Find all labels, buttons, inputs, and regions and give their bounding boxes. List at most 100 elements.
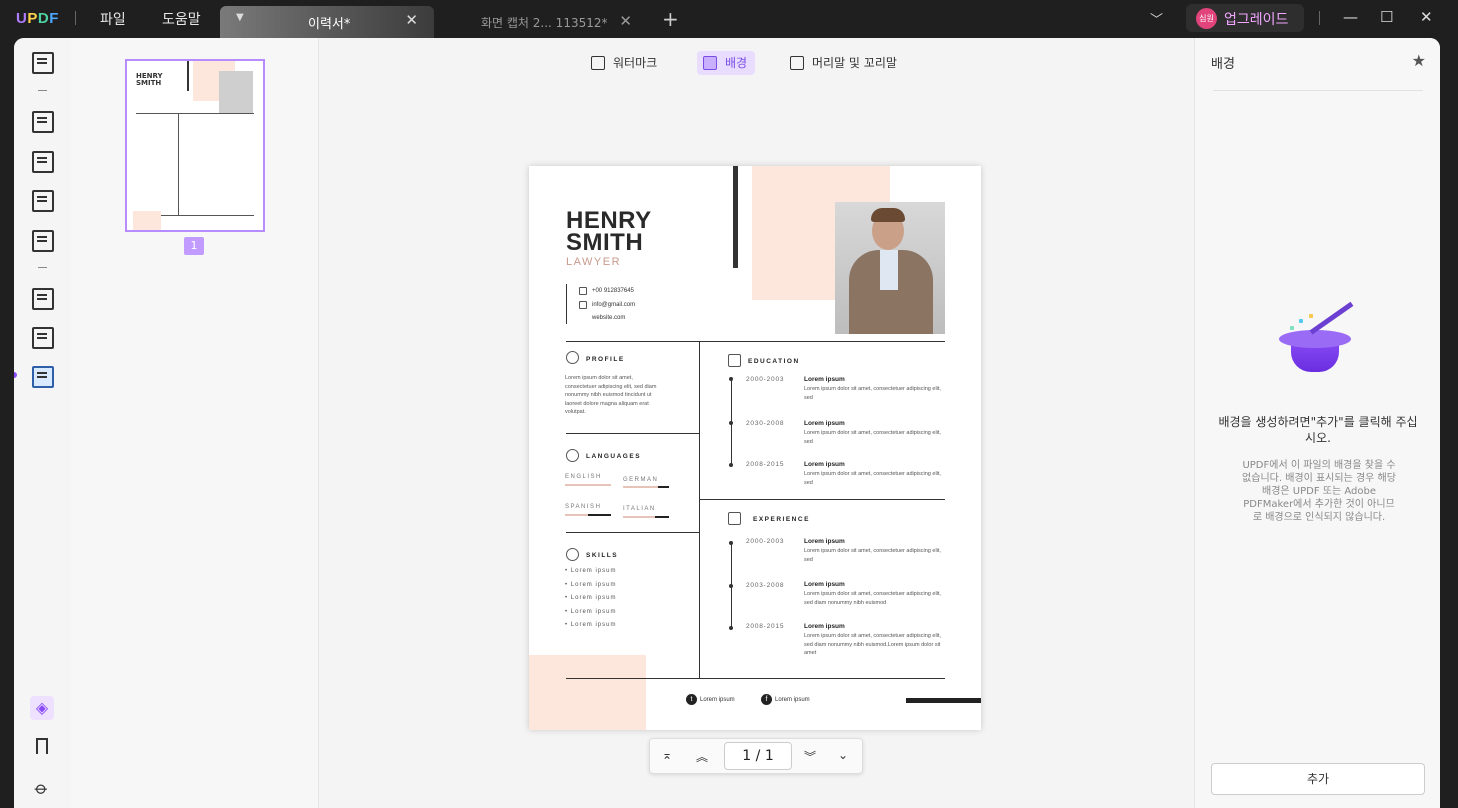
skill-item: • Lorem ipsum xyxy=(565,582,617,588)
thumb-peach-block xyxy=(133,211,161,230)
next-page-icon[interactable]: ︾ xyxy=(804,748,816,765)
edit-pdf-icon[interactable] xyxy=(32,151,54,173)
contact-website: website.com xyxy=(592,315,626,321)
skill-item: • Lorem ipsum xyxy=(565,609,617,615)
contact-phone: +00 912837645 xyxy=(592,288,634,294)
page-tools-icon[interactable] xyxy=(32,366,54,388)
language-spanish: SPANISH xyxy=(565,504,602,510)
resume-role: LAWYER xyxy=(566,256,622,268)
menu-help[interactable]: 도움말 xyxy=(162,9,201,29)
timeline-dot xyxy=(729,421,733,425)
tab-screenshot[interactable]: 화면 캡처 2... 113512* ✕ xyxy=(436,6,646,38)
skills-heading: SKILLS xyxy=(586,552,619,559)
tab-dropdown-icon[interactable]: ▼ xyxy=(236,12,244,23)
person-icon xyxy=(566,351,579,364)
comment-icon[interactable] xyxy=(32,111,54,133)
previous-page-icon[interactable]: ︽ xyxy=(696,748,708,765)
contact-email: info@gmail.com xyxy=(592,302,636,308)
bookmark-icon[interactable] xyxy=(36,738,48,754)
minimize-icon[interactable]: — xyxy=(1343,8,1358,26)
star-icon[interactable]: ★ xyxy=(1412,51,1426,70)
background-icon xyxy=(703,56,717,70)
magic-hat-icon xyxy=(1275,301,1365,399)
pdf-page: HENRY SMITH LAWYER +00 912837645 info@gma… xyxy=(529,166,981,730)
upgrade-button[interactable]: 심원 업그레이드 xyxy=(1186,4,1304,32)
menu-file[interactable]: 파일 xyxy=(100,9,126,29)
thumb-photo xyxy=(219,71,253,113)
updf-logo: UPDF xyxy=(16,10,59,27)
languages-heading: LANGUAGES xyxy=(586,453,642,460)
experience-desc: Lorem ipsum dolor sit amet, consectetuer… xyxy=(804,633,941,656)
twitter-icon: t xyxy=(686,694,697,705)
thumb-line xyxy=(136,113,254,114)
profile-photo xyxy=(835,202,945,334)
divider xyxy=(566,532,699,533)
new-tab-icon[interactable]: + xyxy=(662,7,679,31)
experience-title: Lorem ipsum xyxy=(804,581,845,588)
peach-block xyxy=(529,655,646,730)
last-page-icon[interactable]: ⌄ xyxy=(838,748,848,762)
experience-desc: Lorem ipsum dolor sit amet, consectetuer… xyxy=(804,548,941,563)
watermark-icon xyxy=(591,56,605,70)
divider xyxy=(1319,11,1320,25)
empty-state-description: UPDF에서 이 파일의 배경을 찾을 수 없습니다. 배경이 표시되는 경우 … xyxy=(1242,460,1396,523)
background-button[interactable]: 배경 xyxy=(697,51,756,75)
facebook-icon: f xyxy=(761,694,772,705)
experience-years: 2003-2008 xyxy=(746,582,785,589)
education-title: Lorem ipsum xyxy=(804,461,845,468)
skill-item: • Lorem ipsum xyxy=(565,622,617,628)
divider xyxy=(38,267,47,268)
language-german: GERMAN xyxy=(623,477,659,483)
footer-bar xyxy=(906,698,981,703)
experience-desc: Lorem ipsum dolor sit amet, consectetuer… xyxy=(804,591,941,606)
divider xyxy=(566,678,945,679)
divider xyxy=(566,341,945,342)
language-english: ENGLISH xyxy=(565,474,602,480)
timeline-dot xyxy=(729,377,733,381)
education-desc: Lorem ipsum dolor sit amet, consectetuer… xyxy=(804,430,941,445)
fill-sign-icon[interactable] xyxy=(32,230,54,252)
add-background-button[interactable]: 추가 xyxy=(1211,763,1425,795)
tab-close-icon[interactable]: ✕ xyxy=(619,12,632,30)
experience-title: Lorem ipsum xyxy=(804,623,845,630)
experience-years: 2008-2015 xyxy=(746,623,785,630)
twitter-link: t Lorem ipsum xyxy=(686,694,735,705)
facebook-link: f Lorem ipsum xyxy=(761,694,810,705)
layers-icon[interactable]: ◈ xyxy=(30,696,54,720)
watermark-button[interactable]: 워터마크 xyxy=(585,51,665,75)
contact-bar xyxy=(566,284,567,324)
maximize-icon[interactable]: ☐ xyxy=(1380,8,1393,26)
tab-label: 화면 캡처 2... 113512* xyxy=(481,16,608,30)
education-title: Lorem ipsum xyxy=(804,376,845,383)
crop-icon[interactable] xyxy=(32,327,54,349)
tab-close-icon[interactable]: ✕ xyxy=(405,11,418,29)
active-indicator xyxy=(14,372,17,378)
header-footer-button[interactable]: 머리말 및 꼬리말 xyxy=(784,51,905,75)
panel-title: 배경 xyxy=(1211,57,1235,72)
organize-pages-icon[interactable] xyxy=(32,288,54,310)
thumb-name: HENRY SMITH xyxy=(136,72,163,87)
profile-heading: PROFILE xyxy=(586,356,625,363)
close-icon[interactable]: ✕ xyxy=(1420,8,1433,26)
phone-icon xyxy=(579,287,587,295)
tab-resume[interactable]: ▼ 이력서* ✕ xyxy=(220,6,434,38)
page-number-input[interactable]: 1 / 1 xyxy=(724,742,792,770)
education-years: 2008-2015 xyxy=(746,461,785,468)
page-thumbnail[interactable]: HENRY SMITH xyxy=(125,59,265,232)
experience-heading: EXPERIENCE xyxy=(753,516,810,523)
education-desc: Lorem ipsum dolor sit amet, consectetuer… xyxy=(804,386,941,401)
form-icon[interactable] xyxy=(32,190,54,212)
thumb-bar xyxy=(187,61,189,91)
attachment-icon[interactable]: ⌀ xyxy=(30,777,53,800)
avatar: 심원 xyxy=(1196,8,1217,29)
chevron-down-icon[interactable]: ﹀ xyxy=(1150,9,1163,28)
profile-text: Lorem ipsum dolor sit amet, consectetuer… xyxy=(565,375,657,415)
reader-icon[interactable] xyxy=(32,52,54,74)
first-page-icon[interactable]: ⌅ xyxy=(662,748,672,762)
education-heading: EDUCATION xyxy=(748,358,800,365)
graduation-cap-icon xyxy=(728,354,741,367)
language-bar xyxy=(623,516,669,518)
divider xyxy=(699,341,700,678)
divider xyxy=(1213,90,1423,91)
divider xyxy=(38,90,47,91)
